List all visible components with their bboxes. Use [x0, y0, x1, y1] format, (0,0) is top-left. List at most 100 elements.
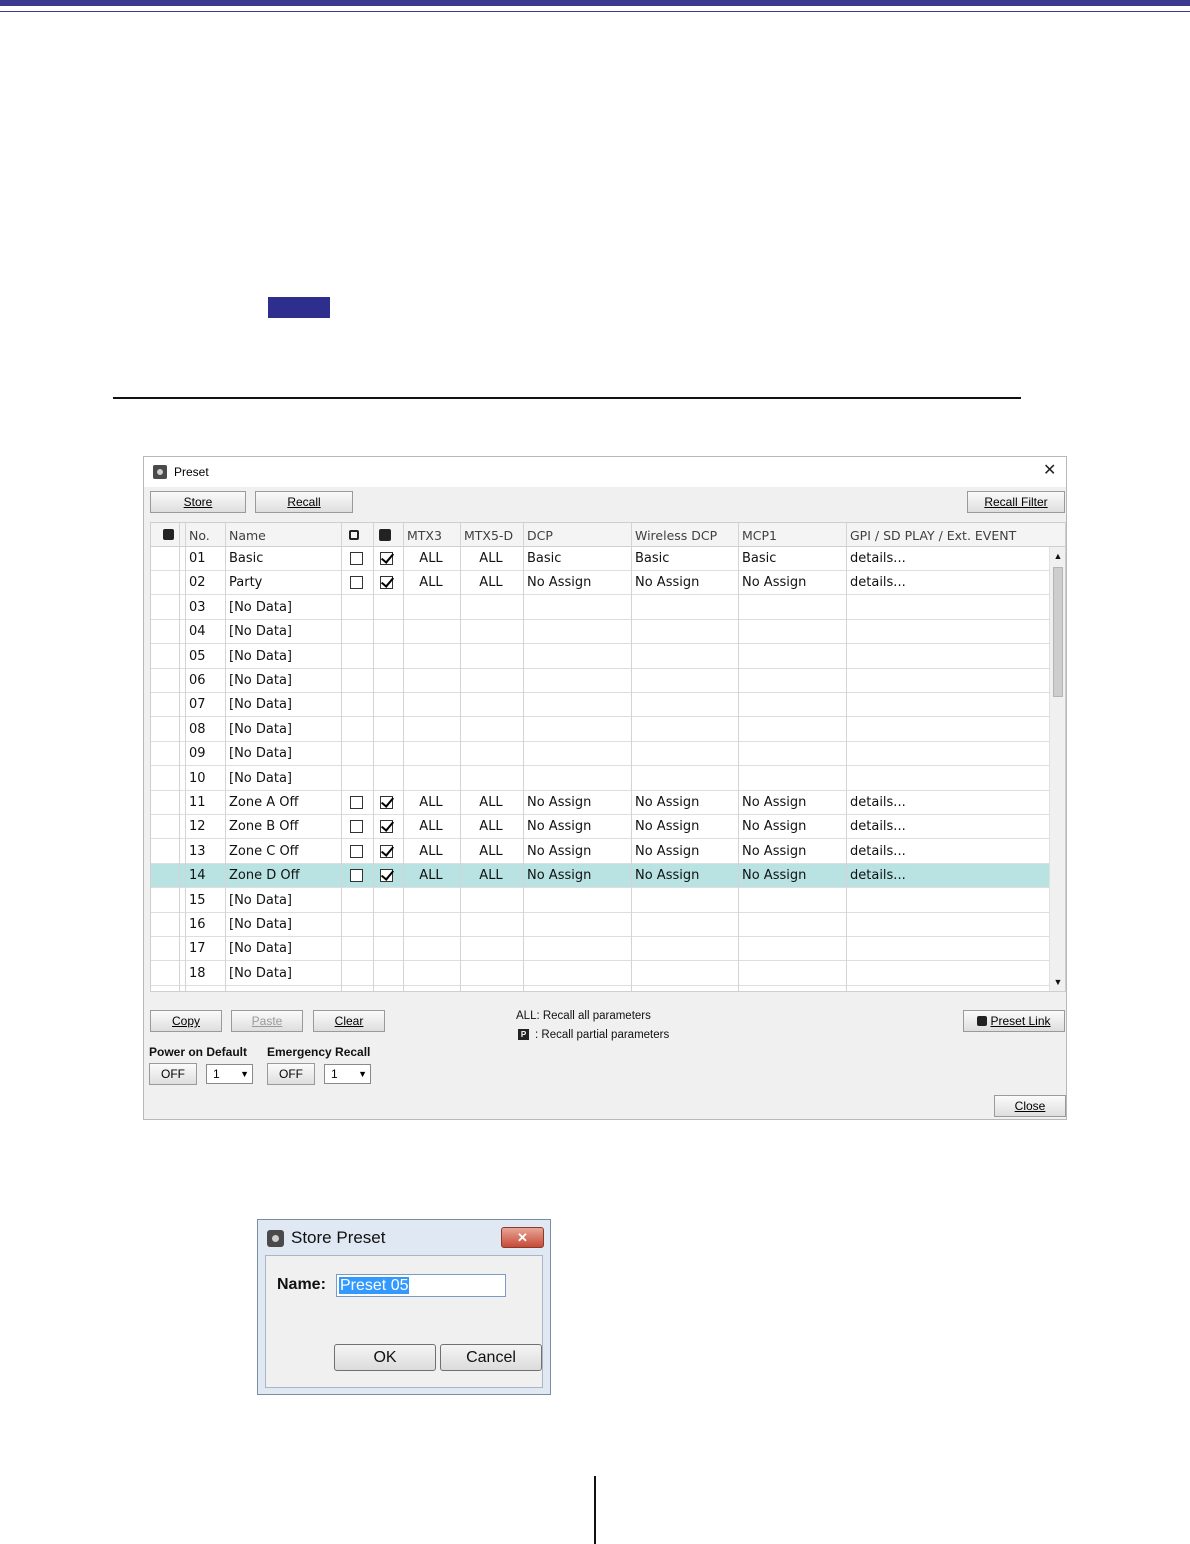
recall-checkbox[interactable] [380, 796, 393, 809]
scroll-up-icon[interactable]: ▲ [1052, 549, 1064, 563]
cell-mcp1: Basic [742, 551, 777, 566]
lock-checkbox[interactable] [350, 576, 363, 590]
emergency-recall-select[interactable]: 1 ▼ [324, 1064, 371, 1084]
table-row[interactable]: 01 Basic ALL ALL Basic Basic Basic details... [151, 547, 1049, 571]
table-row[interactable]: 04 [No Data] [151, 620, 1049, 645]
close-icon[interactable]: ✕ [501, 1227, 544, 1248]
clear-button[interactable]: Clear [313, 1010, 385, 1032]
cell-name: [No Data] [229, 673, 292, 688]
cell-no: 02 [189, 575, 206, 591]
preset-link-button[interactable]: Preset Link [963, 1010, 1065, 1032]
table-row[interactable]: 02 Party ALL ALL No Assign No Assign No Assign… [151, 571, 1049, 596]
cell-no: 15 [189, 892, 206, 908]
table-row[interactable]: 07 [No Data] [151, 693, 1049, 718]
cell-mtx5d: ALL [479, 868, 503, 884]
recall-checkbox[interactable] [380, 552, 393, 565]
cell-wdcp: No Assign [635, 843, 700, 859]
cell-gpi[interactable]: details... [846, 815, 1046, 839]
name-label: Name: [277, 1276, 326, 1293]
close-icon[interactable]: ✕ [1043, 462, 1056, 480]
lock-checkbox[interactable] [350, 869, 363, 883]
scroll-thumb[interactable] [1053, 567, 1063, 697]
power-on-default-toggle[interactable]: OFF [149, 1063, 197, 1085]
column-separator [846, 523, 847, 991]
table-row[interactable]: 15 [No Data] [151, 889, 1049, 913]
cell-wdcp: No Assign [635, 575, 700, 591]
table-row[interactable]: 12 Zone B Off ALL ALL No Assign No Assign No A… [151, 815, 1049, 840]
recall-filter-button[interactable]: Recall Filter [967, 491, 1065, 513]
table-row[interactable]: 05 [No Data] [151, 645, 1049, 669]
lock-checkbox[interactable] [350, 820, 363, 834]
table-row[interactable]: 11 Zone A Off ALL ALL No Assign No Assign No A… [151, 791, 1049, 815]
cell-no: 07 [189, 697, 206, 713]
table-row[interactable]: 08 [No Data] [151, 718, 1049, 742]
copy-button[interactable]: Copy [150, 1010, 222, 1032]
cell-name: [No Data] [229, 721, 292, 737]
table-row[interactable]: 10 [No Data] [151, 767, 1049, 791]
emergency-recall-toggle[interactable]: OFF [267, 1063, 315, 1085]
table-row[interactable]: 17 [No Data] [151, 937, 1049, 962]
paste-button[interactable]: Paste [231, 1010, 303, 1032]
cell-dcp: No Assign [527, 843, 592, 859]
scroll-down-icon[interactable]: ▼ [1052, 975, 1064, 989]
name-input-value: Preset 05 [339, 1277, 410, 1294]
table-row[interactable]: 06 [No Data] [151, 669, 1049, 693]
name-input[interactable]: Preset 05 [336, 1274, 506, 1297]
cell-no: 05 [189, 648, 206, 664]
cell-gpi[interactable]: details... [846, 791, 1046, 815]
recall-checkbox[interactable] [380, 844, 393, 858]
table-row[interactable]: 03 [No Data] [151, 596, 1049, 620]
cell-mtx3: ALL [419, 843, 443, 859]
lock-checkbox[interactable] [350, 552, 363, 565]
cell-name: [No Data] [229, 599, 292, 615]
legend-partial-text: : Recall partial parameters [535, 1029, 670, 1041]
cell-gpi[interactable]: details... [846, 864, 1046, 888]
cell-mtx3: ALL [419, 551, 443, 566]
cell-no: 01 [189, 551, 206, 566]
cell-no: 10 [189, 770, 206, 786]
power-on-default-select[interactable]: 1 ▼ [206, 1064, 253, 1084]
table-row[interactable]: 09 [No Data] [151, 742, 1049, 767]
vertical-scrollbar[interactable]: ▲ ▼ [1049, 547, 1065, 991]
legend-partial: P: Recall partial parameters [518, 1029, 669, 1041]
column-separator [738, 523, 739, 991]
ok-button[interactable]: OK [334, 1344, 436, 1371]
cell-gpi[interactable]: details... [846, 840, 1046, 864]
cell-wdcp: No Assign [635, 868, 700, 884]
recall-checkbox[interactable] [380, 869, 393, 883]
preset-link-label: Preset Link [990, 1014, 1051, 1028]
cell-mcp1: No Assign [742, 843, 807, 859]
app-icon [153, 465, 167, 479]
recall-checkbox[interactable] [380, 576, 393, 590]
emergency-recall-value: 1 [331, 1067, 338, 1081]
cell-no: 11 [189, 795, 206, 810]
chevron-down-icon: ▼ [358, 1069, 367, 1079]
table-row[interactable]: 18 [No Data] [151, 962, 1049, 986]
cell-no: 14 [189, 868, 206, 884]
table-row[interactable]: 13 Zone C Off ALL ALL No Assign No Assign No A… [151, 840, 1049, 864]
cell-mcp1: No Assign [742, 575, 807, 591]
header-name: Name [229, 528, 266, 543]
footer-divider [594, 1476, 596, 1544]
close-button[interactable]: Close [994, 1095, 1066, 1117]
cell-gpi[interactable]: details... [846, 547, 1046, 571]
table-row[interactable]: 16 [No Data] [151, 913, 1049, 937]
cell-no: 09 [189, 746, 206, 762]
recall-checkbox[interactable] [380, 820, 393, 834]
cell-wdcp: Basic [635, 551, 670, 566]
table-row[interactable]: 14 Zone D Off ALL ALL No Assign No Assign No A… [151, 864, 1049, 889]
cell-mtx5d: ALL [479, 575, 503, 591]
cancel-button[interactable]: Cancel [440, 1344, 542, 1371]
lock-checkbox[interactable] [350, 796, 363, 809]
lock-checkbox[interactable] [350, 844, 363, 858]
dialog-body: Name: Preset 05 OK Cancel [265, 1255, 543, 1388]
cell-mtx5d: ALL [479, 795, 503, 810]
page-top-line [0, 11, 1190, 12]
recall-button[interactable]: Recall [255, 491, 353, 513]
cell-name: [No Data] [229, 965, 292, 981]
header-wireless-dcp: Wireless DCP [635, 528, 718, 543]
store-button[interactable]: Store [150, 491, 246, 513]
cell-gpi[interactable]: details... [846, 571, 1046, 595]
cell-name: [No Data] [229, 697, 292, 713]
column-separator [631, 523, 632, 991]
